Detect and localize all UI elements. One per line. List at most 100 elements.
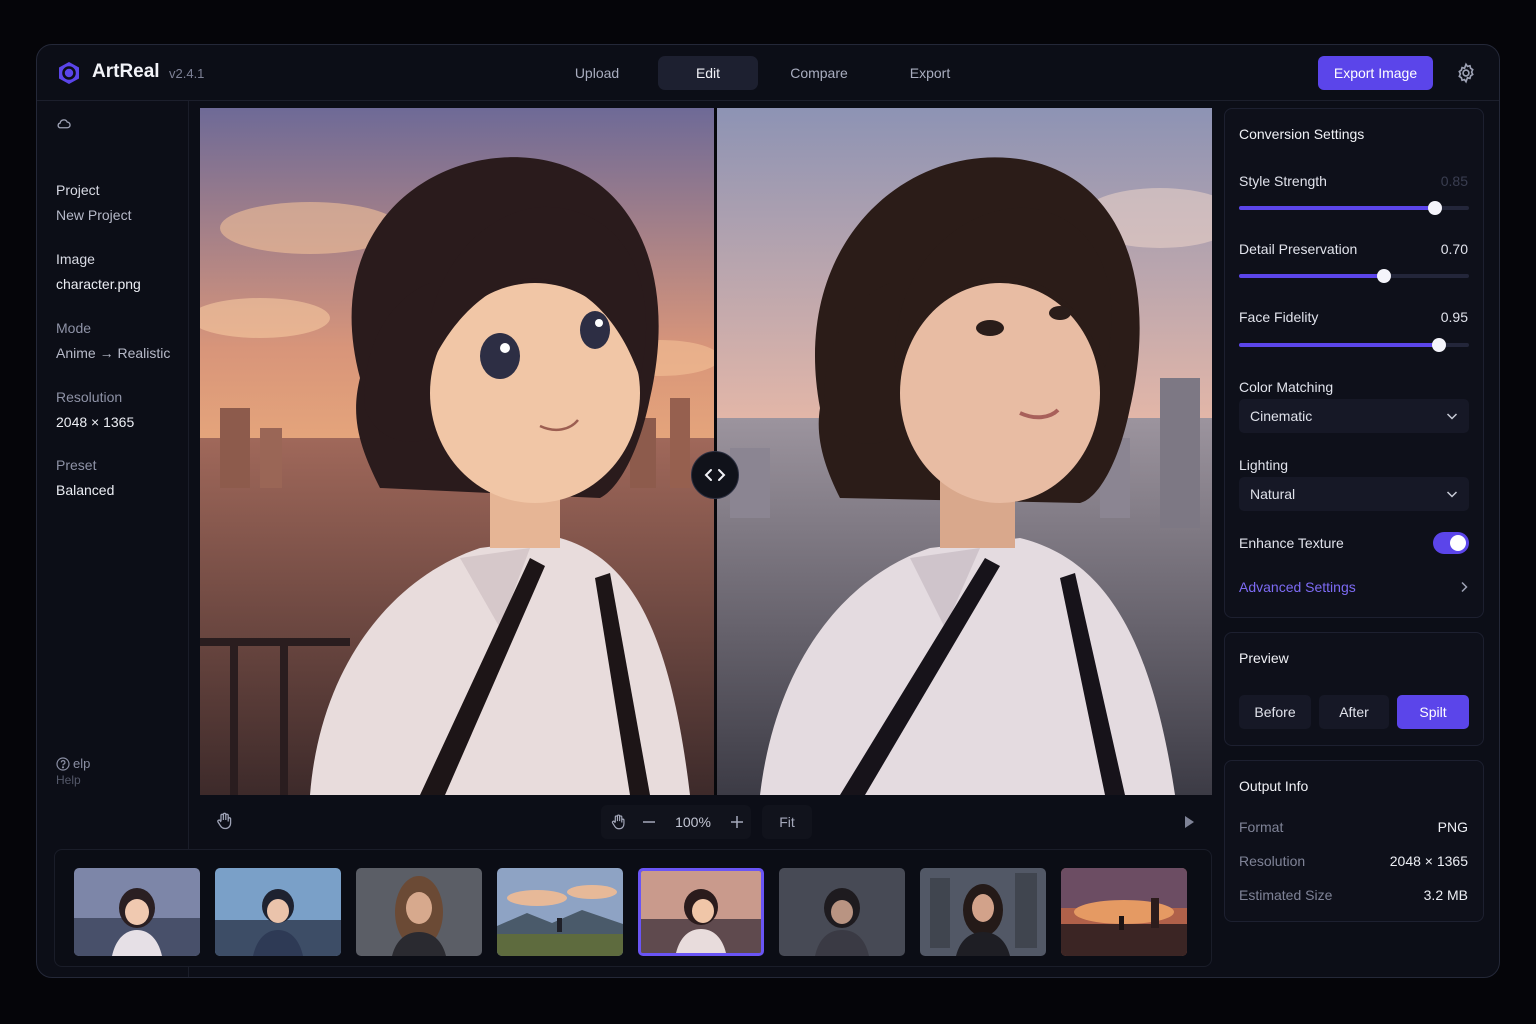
thumbnail-image [497,868,623,956]
sidebar-item-image: Image character.png [56,250,141,293]
panel-title: Conversion Settings [1239,126,1365,142]
thumbnail-image [779,868,905,956]
slider-knob[interactable] [1432,338,1446,352]
split-handle[interactable] [691,451,739,499]
tab-compare[interactable]: Compare [769,56,869,90]
help-link[interactable]: elp Help [56,756,90,787]
tab-export[interactable]: Export [880,56,980,90]
sidebar-item-resolution: Resolution 2048 × 1365 [56,388,134,431]
toggle-knob [1450,535,1466,551]
zoom-in-button[interactable] [723,805,751,839]
detail-preservation-value: 0.70 [1440,241,1468,257]
thumbnail[interactable] [1061,868,1187,956]
thumbnail[interactable] [74,868,200,956]
chevron-down-icon [1446,491,1458,498]
canvas-toolbar: 100% Fit [200,795,1212,849]
app-version: v2.4.1 [169,66,205,81]
enhance-texture-label: Enhance Texture [1239,535,1344,551]
sidebar-value: 2048 × 1365 [56,414,135,430]
slider-knob[interactable] [1377,269,1391,283]
help-label: elp [73,756,91,771]
zoom-level: 100% [675,814,711,830]
info-value: PNG [1437,819,1468,835]
sidebar-item-mode: Mode Anime → Realistic [56,319,170,362]
slider-knob[interactable] [1428,201,1442,215]
project-sidebar: Project New Project Image character.png … [37,101,189,977]
help-sub-label: Help [56,773,81,787]
app-window: ArtReal v2.4.1 Upload Edit Compare Expor… [36,44,1500,978]
main-nav: Upload Edit Compare Export [547,56,991,90]
face-fidelity-value: 0.95 [1440,309,1468,325]
output-info-panel: Output Info Format PNG Resolution 2048 ×… [1224,760,1484,922]
sidebar-value: New Project [56,207,132,223]
detail-preservation-slider[interactable] [1239,269,1469,283]
image-canvas[interactable] [200,108,1212,795]
thumbnail[interactable] [215,868,341,956]
sidebar-label: Resolution [56,389,123,405]
info-value: 2048 × 1365 [1389,853,1468,869]
preview-panel: Preview Before After Spilt [1224,632,1484,746]
detail-preservation-label: Detail Preservation [1239,241,1358,257]
zoom-controls: 100% [601,805,751,839]
sidebar-label: Mode [56,320,92,336]
chevron-down-icon [1446,413,1458,420]
hand-icon[interactable] [214,811,234,831]
export-image-button[interactable]: Export Image [1318,56,1433,90]
panel-title: Preview [1239,650,1289,666]
fit-button[interactable]: Fit [762,805,812,839]
select-value: Natural [1250,486,1296,502]
cloud-icon [57,119,71,129]
sidebar-label: Image [56,251,95,267]
style-strength-value: 0.85 [1440,173,1468,189]
top-bar: ArtReal v2.4.1 Upload Edit Compare Expor… [37,45,1499,101]
thumbnail-image [356,868,482,956]
zoom-out-button[interactable] [635,805,663,839]
advanced-settings-link[interactable]: Advanced Settings [1239,579,1356,595]
play-icon[interactable] [1182,814,1196,830]
thumbnail-image [641,871,761,953]
thumbnail-image [920,868,1046,956]
sidebar-value: Anime → Realistic [56,345,171,361]
info-label: Format [1239,819,1284,835]
info-label: Resolution [1239,853,1306,869]
thumbnail-image [1061,868,1187,956]
plus-icon [731,816,743,828]
minus-icon [643,821,655,823]
thumbnail-strip [54,849,1212,967]
thumbnail-image [215,868,341,956]
chevron-left-right-icon [704,469,726,481]
preview-before-button[interactable]: Before [1239,695,1311,729]
enhance-texture-toggle[interactable] [1433,532,1469,554]
face-fidelity-label: Face Fidelity [1239,309,1319,325]
sidebar-item-project: Project New Project [56,181,131,224]
panel-title: Output Info [1239,778,1309,794]
help-icon [56,756,70,771]
conversion-settings-panel: Conversion Settings Style Strength 0.85 … [1224,108,1484,618]
preview-after-button[interactable]: After [1319,695,1389,729]
sidebar-value: Balanced [56,482,115,498]
thumbnail[interactable] [779,868,905,956]
thumbnail-selected[interactable] [638,868,764,956]
select-value: Cinematic [1250,408,1313,424]
tab-edit[interactable]: Edit [658,56,758,90]
sidebar-item-preset: Preset Balanced [56,456,114,499]
gear-icon[interactable] [1455,62,1477,84]
pan-tool-button[interactable] [601,805,635,839]
tab-upload[interactable]: Upload [547,56,647,90]
info-label: Estimated Size [1239,887,1333,903]
style-strength-slider[interactable] [1239,201,1469,215]
sidebar-value: character.png [56,276,141,292]
hand-icon [611,814,625,830]
thumbnail-image [74,868,200,956]
preview-split-button[interactable]: Spilt [1397,695,1469,729]
hexagon-logo-icon [59,62,79,84]
app-title: ArtReal [92,61,160,82]
thumbnail[interactable] [356,868,482,956]
thumbnail[interactable] [497,868,623,956]
lighting-select[interactable]: Natural [1239,477,1469,511]
lighting-label: Lighting [1239,457,1289,473]
chevron-right-icon[interactable] [1460,581,1468,593]
thumbnail[interactable] [920,868,1046,956]
face-fidelity-slider[interactable] [1239,338,1469,352]
color-matching-select[interactable]: Cinematic [1239,399,1469,433]
